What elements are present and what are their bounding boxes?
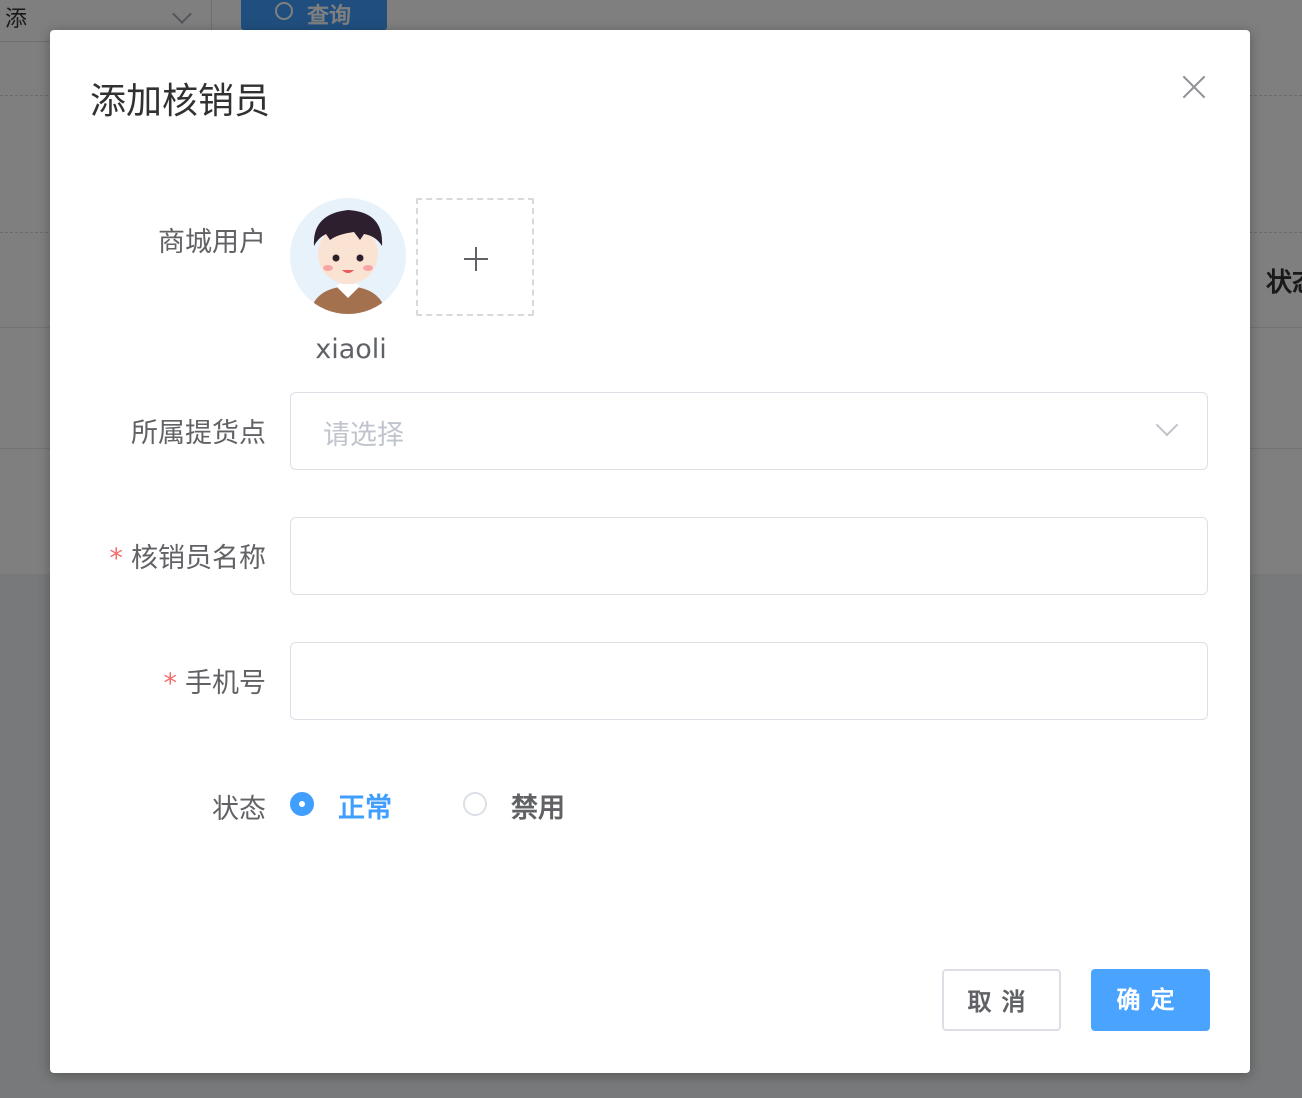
radio-unchecked-icon[interactable]: [463, 792, 487, 816]
phone-label-text: 手机号: [185, 668, 266, 699]
status-radio-disabled-label[interactable]: 禁用: [511, 786, 565, 825]
pickup-point-select[interactable]: 请选择: [290, 392, 1208, 470]
add-verifier-dialog: 添加核销员 商城用户 xiaoli 所属提货点 请选择 * 核销员名称 * 手机号: [50, 30, 1250, 1073]
status-label: 状态: [212, 794, 266, 825]
required-mark: *: [109, 543, 124, 574]
required-mark: *: [163, 668, 178, 699]
pickup-point-label: 所属提货点: [131, 418, 266, 449]
upload-user-button[interactable]: [416, 198, 534, 316]
plus-icon: [464, 247, 488, 271]
username-text: xiaoli: [315, 334, 387, 365]
phone-label: * 手机号: [164, 661, 267, 700]
verifier-name-label-text: 核销员名称: [131, 543, 266, 574]
confirm-button[interactable]: 确定: [1091, 969, 1210, 1031]
user-avatar: [290, 198, 406, 314]
phone-field[interactable]: [290, 642, 1211, 720]
user-label: 商城用户: [158, 227, 266, 258]
verifier-name-input[interactable]: [291, 518, 1211, 594]
verifier-name-field[interactable]: [290, 517, 1211, 595]
chevron-down-icon: [1155, 413, 1179, 437]
radio-checked-icon[interactable]: [290, 792, 314, 816]
dialog-title: 添加核销员: [90, 81, 271, 122]
phone-input[interactable]: [291, 643, 1211, 719]
close-icon[interactable]: [1182, 75, 1206, 99]
pickup-point-placeholder: 请选择: [323, 420, 404, 451]
avatar-illustration: [310, 210, 386, 314]
verifier-name-label: * 核销员名称: [110, 536, 267, 575]
cancel-button[interactable]: 取消: [942, 969, 1061, 1031]
status-radio-normal-label[interactable]: 正常: [338, 786, 392, 825]
